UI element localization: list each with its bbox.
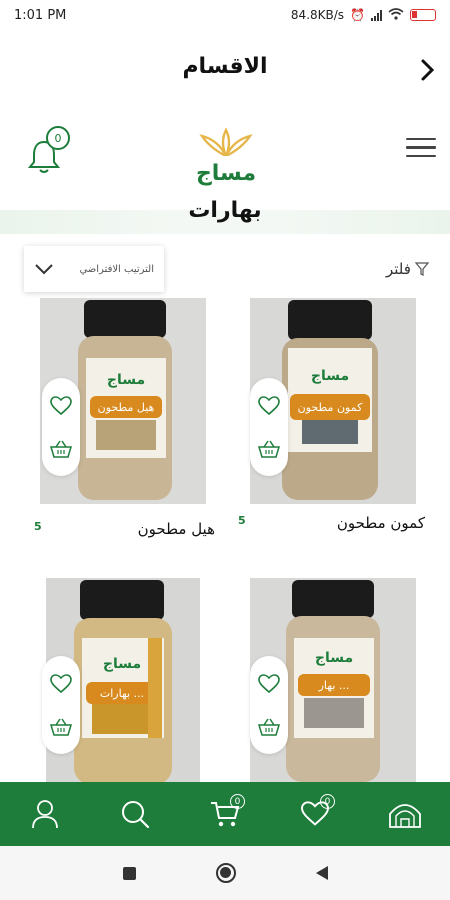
app-header: الاقسام — [0, 44, 450, 96]
recents-icon[interactable] — [122, 866, 136, 880]
notifications-button[interactable]: 0 — [24, 126, 74, 176]
jar-label: كمون مطحون — [298, 401, 363, 414]
notification-count-badge: 0 — [46, 126, 70, 150]
product-name[interactable]: كمون مطحون — [337, 514, 425, 532]
svg-text:مساج: مساج — [103, 656, 141, 672]
wifi-icon — [388, 7, 404, 23]
page-title: الاقسام — [182, 54, 268, 79]
back-triangle-icon[interactable] — [315, 866, 328, 880]
jar-label: هيل مطحون — [98, 401, 155, 414]
filter-button[interactable]: فلتر — [386, 260, 429, 278]
user-icon — [32, 800, 58, 829]
nav-search[interactable] — [113, 792, 157, 836]
network-speed: 84.8KB/s — [290, 8, 345, 22]
hamburger-icon — [406, 138, 436, 158]
home-icon — [389, 804, 421, 828]
jar-label: بهار ... — [318, 679, 350, 692]
status-bar: 1:01 PM 84.8KB/s ⏰ — [0, 0, 450, 30]
screen: 1:01 PM 84.8KB/s ⏰ الاقسام 0 مساج بهارات… — [0, 0, 450, 900]
filter-icon — [414, 262, 429, 276]
section-title: بهارات — [188, 198, 262, 223]
filter-label: فلتر — [386, 260, 411, 278]
logo-text: مساج — [196, 161, 256, 186]
heart-icon[interactable] — [258, 395, 280, 416]
nav-favorites[interactable]: 0 — [293, 792, 337, 836]
sort-label: الترتيب الافتراضي — [79, 263, 154, 275]
svg-text:مساج: مساج — [311, 368, 349, 384]
heart-icon[interactable] — [50, 395, 72, 416]
svg-text:مساج: مساج — [107, 372, 145, 388]
product-price: 5 — [238, 514, 246, 527]
status-time: 1:01 PM — [14, 7, 67, 23]
alarm-icon: ⏰ — [350, 8, 365, 22]
heart-icon[interactable] — [258, 673, 280, 694]
basket-icon[interactable] — [50, 717, 72, 737]
search-icon — [122, 801, 150, 829]
basket-icon[interactable] — [258, 439, 280, 459]
product-actions — [250, 656, 288, 754]
nav-account[interactable] — [23, 792, 67, 836]
nav-home[interactable] — [383, 792, 427, 836]
menu-button[interactable] — [406, 138, 436, 162]
brand-logo[interactable]: مساج — [190, 126, 262, 192]
bottom-navigation: 0 0 — [0, 782, 450, 846]
nav-cart[interactable]: 0 — [203, 792, 247, 836]
sort-dropdown[interactable]: الترتيب الافتراضي — [24, 246, 164, 292]
back-button[interactable] — [412, 54, 444, 86]
basket-icon[interactable] — [50, 439, 72, 459]
cart-count-badge: 0 — [230, 794, 245, 809]
chevron-right-icon — [421, 59, 435, 81]
system-navigation-bar — [0, 846, 450, 900]
chevron-down-icon — [35, 264, 53, 275]
favorites-count-badge: 0 — [320, 794, 335, 809]
basket-icon[interactable] — [258, 717, 280, 737]
product-name[interactable]: هيل مطحون — [138, 520, 215, 538]
home-button-icon[interactable] — [215, 863, 236, 883]
heart-icon[interactable] — [50, 673, 72, 694]
product-actions — [42, 656, 80, 754]
signal-icon — [371, 9, 382, 21]
status-icons: 84.8KB/s ⏰ — [290, 7, 436, 23]
svg-text:مساج: مساج — [315, 650, 353, 666]
product-price: 5 — [34, 520, 42, 533]
product-actions — [42, 378, 80, 476]
jar-label: بهارات ... — [100, 687, 144, 700]
battery-icon — [410, 9, 436, 21]
brand-row: 0 مساج — [0, 118, 450, 198]
product-actions — [250, 378, 288, 476]
